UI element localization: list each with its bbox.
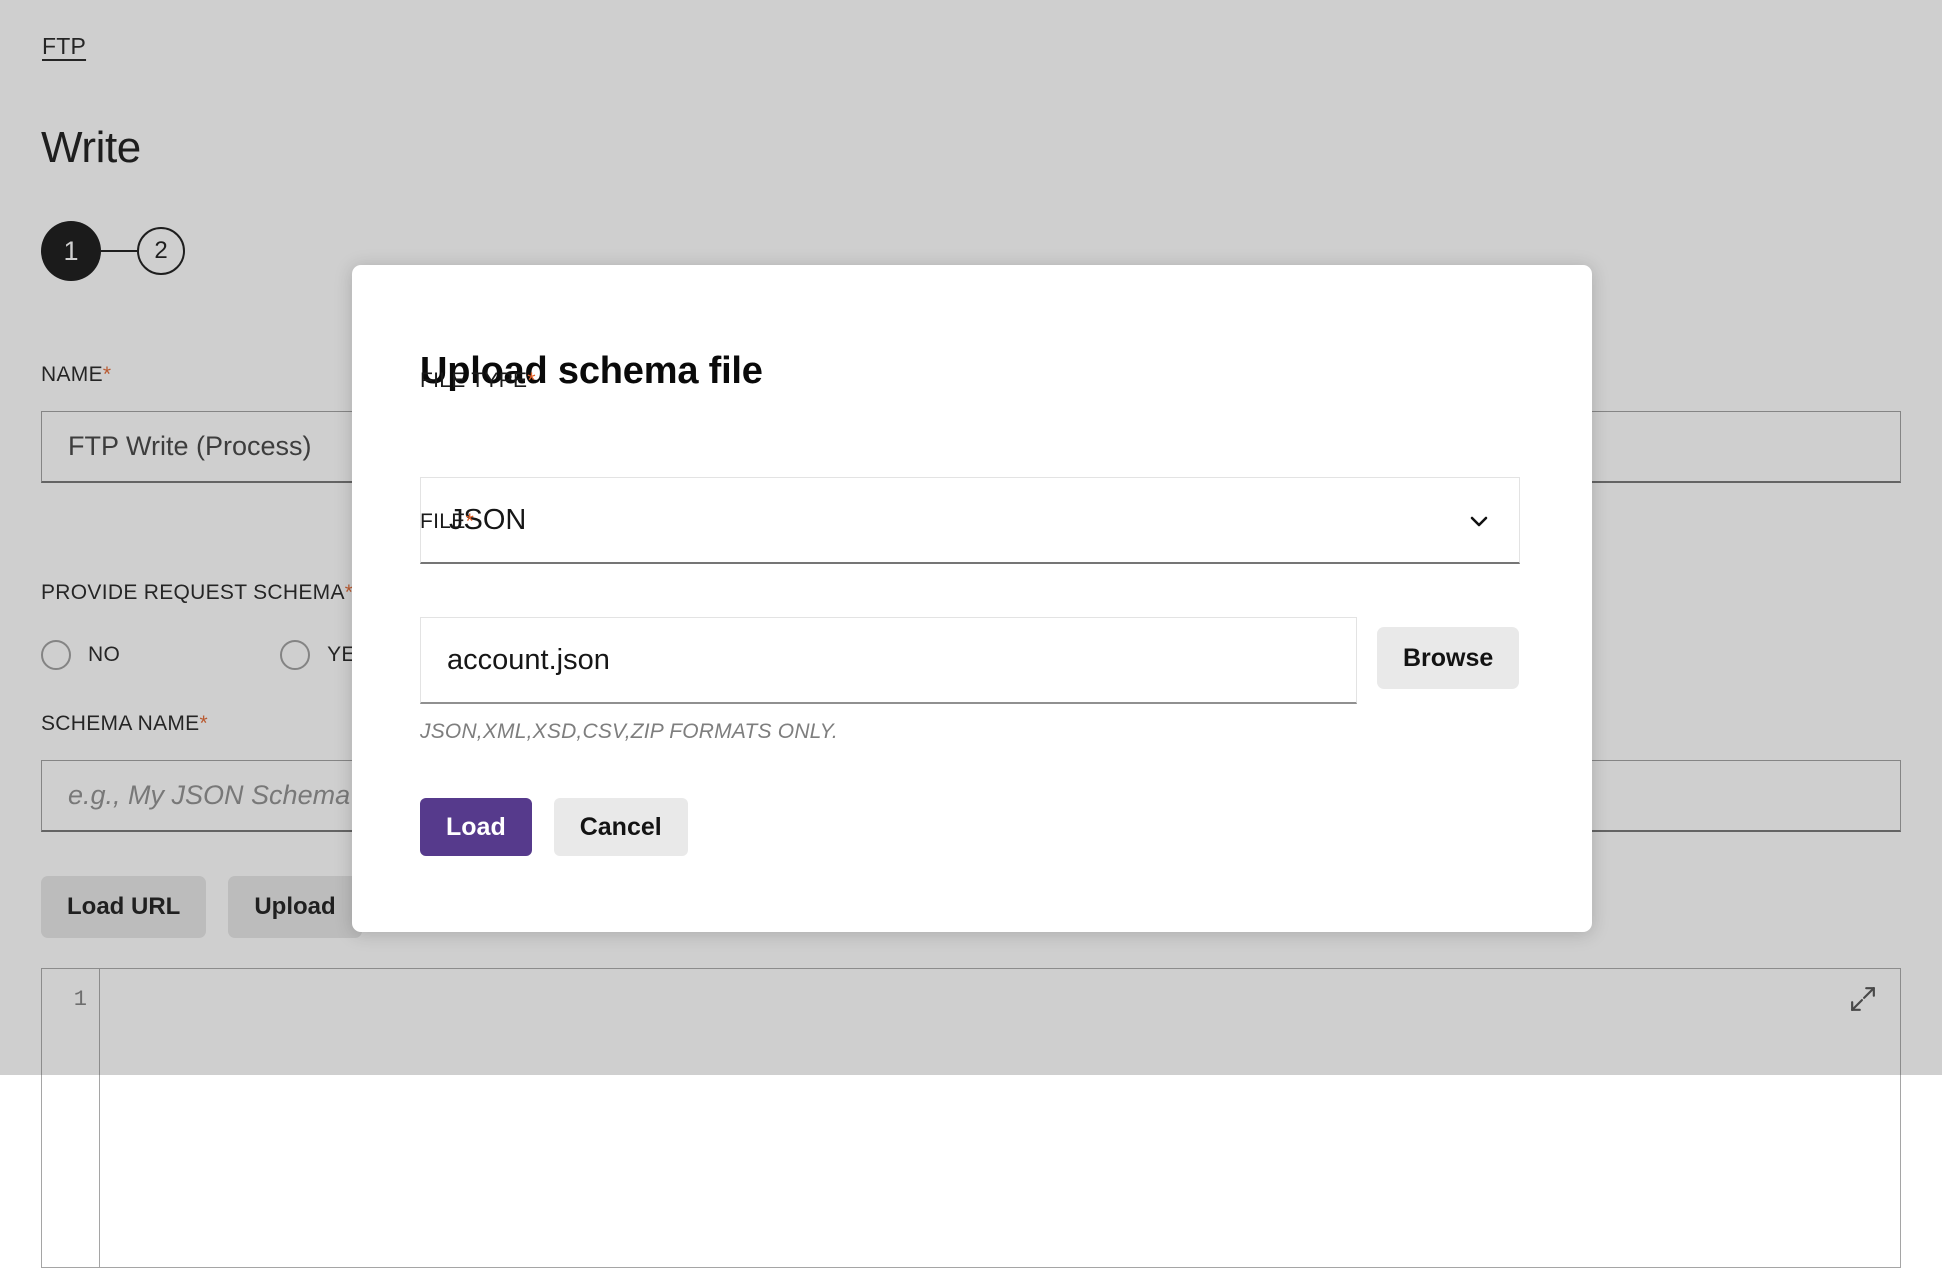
schema-source-buttons: Load URL Upload [41, 876, 362, 938]
radio-circle-icon[interactable] [280, 640, 310, 670]
cancel-button[interactable]: Cancel [554, 798, 688, 856]
file-field-label: FILE* [420, 510, 474, 534]
stepper-step-1-label: 1 [63, 236, 78, 267]
code-editor-body[interactable] [100, 969, 1900, 1267]
stepper-step-2-label: 2 [154, 237, 167, 265]
file-type-select[interactable]: JSON [420, 477, 1520, 564]
file-format-hint: JSON,XML,XSD,CSV,ZIP FORMATS ONLY. [420, 720, 838, 744]
radio-circle-icon[interactable] [41, 640, 71, 670]
file-type-label-text: FILE TYPE [420, 369, 527, 392]
upload-schema-modal: Upload schema file FILE TYPE* JSON FILE*… [352, 265, 1592, 932]
stepper: 1 2 [41, 221, 185, 281]
breadcrumb-ftp[interactable]: FTP [42, 33, 86, 60]
stepper-connector [101, 250, 137, 252]
upload-button[interactable]: Upload [228, 876, 361, 938]
load-url-button[interactable]: Load URL [41, 876, 206, 938]
file-label-text: FILE [420, 510, 466, 533]
chevron-down-icon[interactable] [1467, 508, 1491, 532]
stepper-step-1[interactable]: 1 [41, 221, 101, 281]
schema-code-editor[interactable]: 1 [41, 968, 1901, 1268]
page-title: Write [41, 123, 141, 173]
code-editor-gutter: 1 [42, 969, 100, 1267]
schema-name-label-text: SCHEMA NAME [41, 712, 200, 735]
file-input-row: Browse [420, 617, 1519, 704]
file-type-label: FILE TYPE* [420, 369, 536, 393]
required-asterisk: * [200, 712, 208, 735]
code-line-number: 1 [74, 987, 87, 1012]
radio-option-no[interactable]: NO [41, 640, 120, 670]
provide-request-schema-text: PROVIDE REQUEST SCHEMA [41, 581, 345, 604]
provide-request-schema-radio-group: NO YES [41, 640, 370, 670]
provide-request-schema-label: PROVIDE REQUEST SCHEMA* [41, 581, 353, 605]
required-asterisk: * [466, 510, 474, 533]
browse-button[interactable]: Browse [1377, 627, 1519, 689]
name-label-text: NAME [41, 363, 103, 386]
required-asterisk: * [103, 363, 111, 386]
required-asterisk: * [527, 369, 535, 392]
stepper-step-2[interactable]: 2 [137, 227, 185, 275]
file-name-input[interactable] [420, 617, 1357, 704]
load-button[interactable]: Load [420, 798, 532, 856]
name-field-label: NAME* [41, 363, 111, 387]
radio-label-no: NO [88, 643, 120, 667]
schema-name-field-label: SCHEMA NAME* [41, 712, 208, 736]
expand-icon[interactable] [1850, 986, 1876, 1012]
modal-action-buttons: Load Cancel [420, 798, 688, 856]
